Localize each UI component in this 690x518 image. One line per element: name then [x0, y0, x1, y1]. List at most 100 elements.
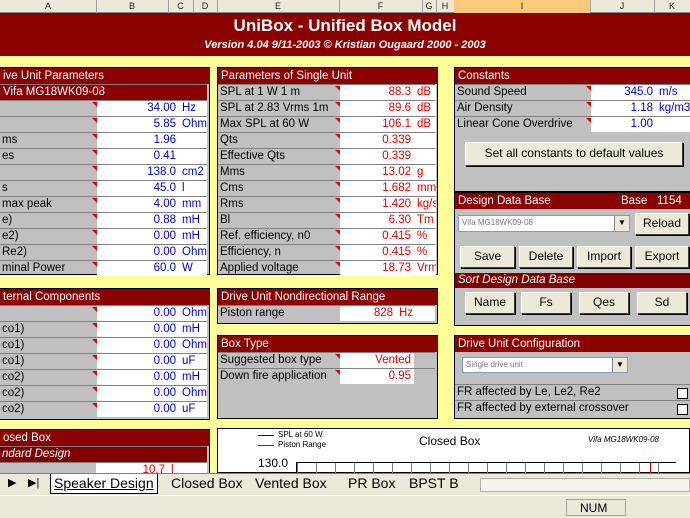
external-component-row[interactable]: co2) 0.00 uF — [0, 401, 207, 418]
save-button[interactable]: Save — [460, 246, 515, 268]
drive-unit-param-value[interactable]: 45.0 — [97, 181, 179, 196]
next-sheet-icon[interactable]: ▶ — [8, 476, 16, 489]
single-unit-param-row[interactable]: Cms 1.682mm/N — [218, 180, 436, 197]
import-button[interactable]: Import — [577, 246, 631, 268]
external-component-row[interactable]: co2) 0.00 mH — [0, 369, 207, 386]
option-crossover-row[interactable]: FR affected by external crossover — [455, 400, 690, 417]
design-select[interactable]: Vifa MG18WK09-08 ▼ — [458, 215, 630, 232]
tab-pr-box[interactable]: PR Box — [345, 474, 398, 493]
single-unit-param-row[interactable]: Rms 1.420 kg/s — [218, 196, 436, 213]
last-sheet-icon[interactable]: ▶| — [28, 476, 39, 489]
export-button[interactable]: Export — [635, 246, 689, 268]
single-unit-param-row[interactable]: Qts 0.339 — [218, 132, 436, 149]
drive-unit-param-row[interactable]: max peak 4.00 mm — [0, 196, 207, 213]
single-unit-param-row[interactable]: SPL at 2.83 Vrms 1m 89.6 dB — [218, 100, 436, 117]
option-le-checkbox[interactable] — [677, 388, 688, 399]
external-component-row[interactable]: 0.00 Ohm — [0, 305, 207, 322]
constant-value[interactable]: 1.00 — [591, 117, 656, 132]
drive-unit-param-value[interactable]: 0.00 — [97, 229, 179, 244]
box-type-row[interactable]: Suggested box type Vented — [218, 352, 435, 369]
chevron-down-icon[interactable]: ▼ — [614, 216, 629, 231]
tab-vented-box[interactable]: Vented Box — [252, 474, 330, 493]
single-unit-param-row[interactable]: Mms 13.02 g — [218, 164, 436, 181]
external-component-value[interactable]: 0.00 — [97, 322, 179, 337]
sort-sd-button[interactable]: Sd — [637, 292, 687, 314]
col-header-b[interactable]: B — [96, 0, 169, 13]
drive-unit-param-row[interactable]: minal Power 60.0 W — [0, 260, 207, 277]
col-header-a[interactable]: A — [0, 0, 97, 13]
option-crossover-checkbox[interactable] — [677, 404, 688, 415]
sort-qes-button[interactable]: Qes — [579, 292, 629, 314]
drive-unit-param-row[interactable]: es 0.41 — [0, 148, 207, 165]
drive-unit-param-value[interactable]: 1.96 — [97, 133, 179, 148]
single-unit-param-row[interactable]: Applied voltage 18.73Vrms — [218, 260, 436, 277]
drive-unit-param-value[interactable]: 138.0 — [97, 165, 179, 180]
delete-button[interactable]: Delete — [519, 246, 573, 268]
col-header-j[interactable]: J — [590, 0, 655, 13]
col-header-c[interactable]: C — [168, 0, 194, 13]
single-unit-param-row[interactable]: Bl 6.30 Tm — [218, 212, 436, 229]
external-component-row[interactable]: co1) 0.00 Ohm — [0, 337, 207, 354]
col-header-k[interactable]: K — [654, 0, 690, 13]
drive-unit-param-value[interactable]: 60.0 — [97, 261, 179, 276]
tab-speaker-design[interactable]: Speaker Design — [50, 474, 158, 494]
drive-unit-param-value[interactable]: 4.00 — [97, 197, 179, 212]
drive-unit-param-row[interactable]: 5.85 Ohm — [0, 116, 207, 133]
drive-unit-param-row[interactable]: e) 0.88 mH — [0, 212, 207, 229]
drive-unit-param-value[interactable]: 5.85 — [97, 117, 179, 132]
single-unit-param-row[interactable]: Effective Qts 0.339 — [218, 148, 436, 165]
external-component-value[interactable]: 0.00 — [97, 370, 179, 385]
horizontal-scrollbar[interactable] — [480, 478, 690, 492]
set-default-constants-button[interactable]: Set all constants to default values — [465, 142, 683, 166]
drive-unit-param-row[interactable]: 138.0 cm2 — [0, 164, 207, 181]
external-component-row[interactable]: co1) 0.00 mH — [0, 321, 207, 338]
external-component-row[interactable]: co1) 0.00 uF — [0, 353, 207, 370]
external-component-value[interactable]: 0.00 — [97, 338, 179, 353]
col-header-f[interactable]: F — [339, 0, 423, 13]
box-type-row[interactable]: Down fire application 0.95 — [218, 368, 435, 385]
external-component-row[interactable]: co2) 0.00 Ohm — [0, 385, 207, 402]
tab-closed-box[interactable]: Closed Box — [168, 474, 246, 493]
driver-name-row[interactable]: Vifa MG18WK09-08 — [0, 84, 207, 101]
drive-unit-param-row[interactable]: ms 1.96 — [0, 132, 207, 149]
drive-unit-param-row[interactable]: 34.00 Hz — [0, 100, 207, 117]
single-unit-param-row[interactable]: Efficiency, n 0.415% — [218, 244, 436, 261]
closed-box-volume-row[interactable]: 10.7 l — [0, 462, 207, 473]
worksheet[interactable]: UniBox - Unified Box Model Version 4.04 … — [0, 13, 690, 473]
constant-row[interactable]: Linear Cone Overdrive 1.00 — [455, 116, 690, 133]
drive-unit-param-row[interactable]: s 45.0 l — [0, 180, 207, 197]
drive-unit-param-row[interactable]: Re2) 0.00 Ohm — [0, 244, 207, 261]
reload-button[interactable]: Reload — [635, 213, 689, 235]
col-header-g[interactable]: G — [422, 0, 437, 13]
single-unit-param-row[interactable]: SPL at 1 W 1 m 88.3 dB — [218, 84, 436, 101]
col-header-h[interactable]: H — [436, 0, 455, 13]
closed-box-volume-value[interactable]: 10.7 — [96, 463, 168, 473]
single-unit-param-row[interactable]: Max SPL at 60 W 106.1 dB — [218, 116, 436, 133]
constant-value[interactable]: 1.18 — [591, 101, 656, 116]
sort-fs-button[interactable]: Fs — [521, 292, 571, 314]
drive-unit-param-value[interactable]: 0.41 — [97, 149, 179, 164]
closed-box-chart[interactable]: SPL at 60 W Piston Range Closed Box Vifa… — [217, 428, 690, 473]
external-component-value[interactable]: 0.00 — [97, 354, 179, 369]
closed-box-volume-unit: l — [168, 463, 207, 473]
external-component-value[interactable]: 0.00 — [97, 402, 179, 417]
col-header-e[interactable]: E — [217, 0, 340, 13]
external-component-value[interactable]: 0.00 — [97, 386, 179, 401]
single-unit-param-row[interactable]: Ref. efficiency, n0 0.415% — [218, 228, 436, 245]
drive-unit-param-row[interactable]: e2) 0.00 mH — [0, 228, 207, 245]
option-le-row[interactable]: FR affected by Le, Le2, Re2 — [455, 384, 690, 401]
piston-range-row[interactable]: Piston range 828 Hz — [218, 305, 435, 322]
configuration-select[interactable]: Single drive unit ▼ — [462, 357, 628, 373]
constant-row[interactable]: Air Density 1.18 kg/m3 — [455, 100, 690, 117]
drive-unit-param-value[interactable]: 0.00 — [97, 245, 179, 260]
external-component-value[interactable]: 0.00 — [97, 306, 179, 321]
sort-name-button[interactable]: Name — [465, 292, 515, 314]
tab-bpst-b[interactable]: BPST B — [406, 474, 462, 493]
chevron-down-icon[interactable]: ▼ — [612, 358, 627, 372]
col-header-i[interactable]: I — [454, 0, 591, 13]
drive-unit-param-value[interactable]: 34.00 — [97, 101, 179, 116]
constant-row[interactable]: Sound Speed 345.0 m/s — [455, 84, 690, 101]
constant-value[interactable]: 345.0 — [591, 85, 656, 100]
col-header-d[interactable]: D — [193, 0, 218, 13]
drive-unit-param-value[interactable]: 0.88 — [97, 213, 179, 228]
